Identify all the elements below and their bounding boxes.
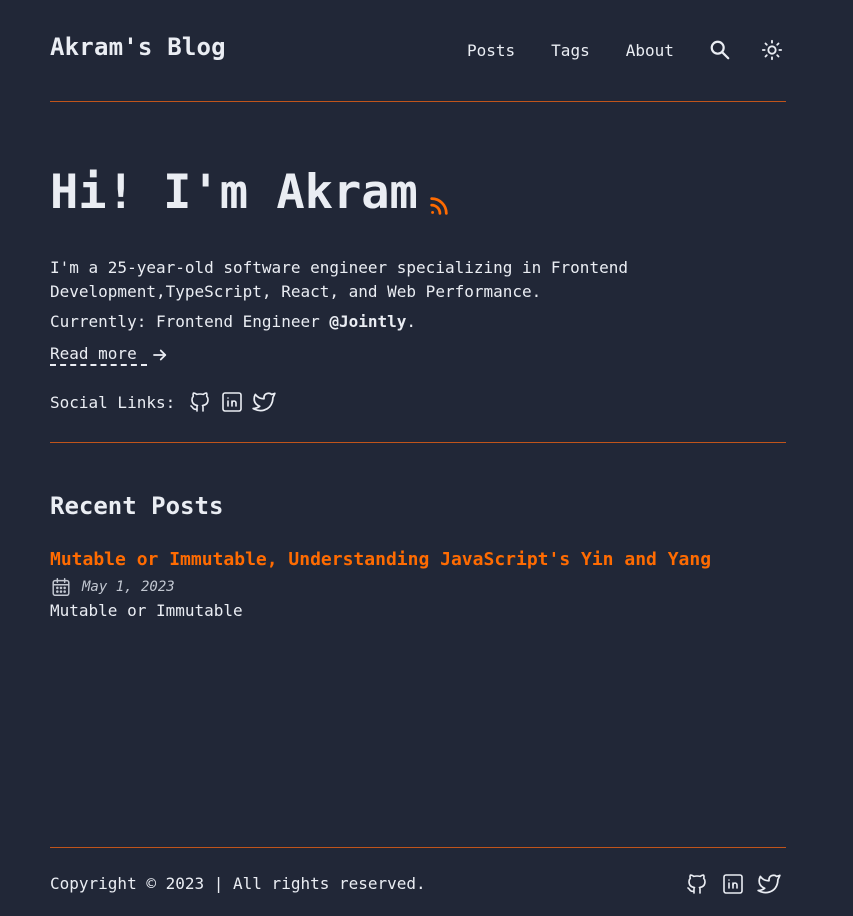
calendar-icon bbox=[52, 578, 70, 596]
post-title-link[interactable]: Mutable or Immutable, Understanding Java… bbox=[50, 549, 711, 570]
github-icon[interactable] bbox=[187, 389, 213, 415]
sun-icon[interactable] bbox=[760, 38, 784, 62]
hero-title: Hi! I'm Akram bbox=[50, 163, 450, 223]
post-date-text: May 1, 2023 bbox=[82, 579, 175, 595]
github-icon[interactable] bbox=[684, 871, 710, 897]
current-role: Currently: Frontend Engineer @Jointly. bbox=[50, 312, 416, 332]
linkedin-icon[interactable] bbox=[720, 871, 746, 897]
twitter-icon[interactable] bbox=[756, 871, 782, 897]
arrow-right-icon bbox=[152, 349, 166, 361]
social-links-label: Social Links: bbox=[50, 392, 176, 412]
nav-tags[interactable]: Tags bbox=[551, 41, 590, 60]
search-icon[interactable] bbox=[708, 38, 732, 62]
nav-posts[interactable]: Posts bbox=[467, 41, 515, 60]
nav-about[interactable]: About bbox=[626, 41, 674, 60]
recent-posts-title: Recent Posts bbox=[50, 492, 224, 520]
social-links: Social Links: bbox=[50, 389, 283, 415]
rss-icon[interactable] bbox=[428, 195, 450, 217]
footer-divider bbox=[50, 847, 786, 848]
post-excerpt: Mutable or Immutable bbox=[50, 601, 243, 620]
read-more-label: Read more bbox=[50, 344, 147, 366]
current-company: @Jointly bbox=[329, 312, 407, 331]
current-role-suffix: . bbox=[406, 312, 417, 331]
current-role-prefix: Currently: Frontend Engineer bbox=[50, 312, 330, 331]
hero-title-text: Hi! I'm Akram bbox=[50, 165, 418, 220]
read-more-link[interactable]: Read more bbox=[50, 344, 169, 366]
footer-copyright: Copyright © 2023 | All rights reserved. bbox=[50, 874, 426, 893]
hero-description: I'm a 25-year-old software engineer spec… bbox=[50, 258, 628, 301]
main-nav: Posts Tags About bbox=[467, 38, 784, 62]
post-date: May 1, 2023 bbox=[50, 576, 175, 598]
twitter-icon[interactable] bbox=[251, 389, 277, 415]
site-title[interactable]: Akram's Blog bbox=[50, 33, 226, 61]
footer-social-links bbox=[684, 871, 782, 897]
linkedin-icon[interactable] bbox=[219, 389, 245, 415]
page: Akram's Blog Posts Tags About Hi! I'm Ak… bbox=[0, 0, 853, 916]
hero-divider bbox=[50, 442, 786, 443]
header-divider bbox=[50, 101, 786, 102]
